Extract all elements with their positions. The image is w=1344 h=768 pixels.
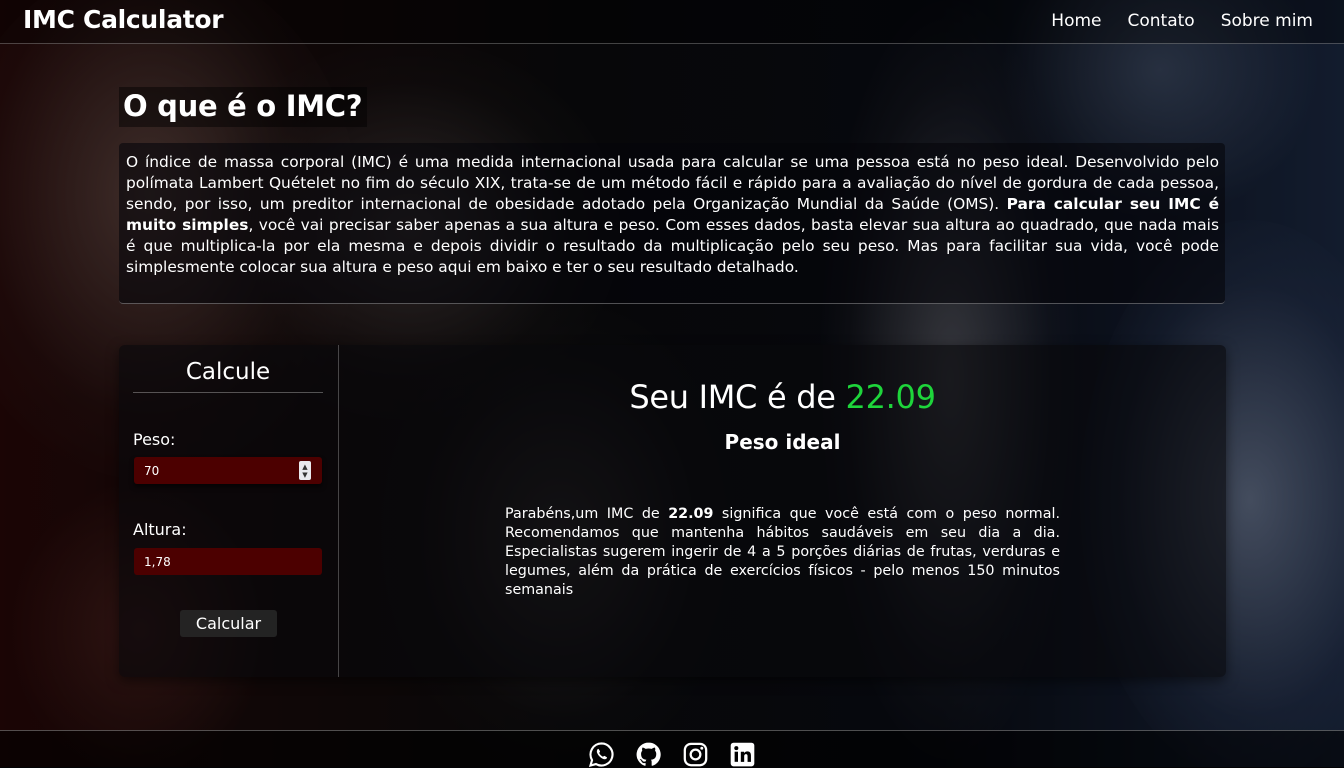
imc-value: 22.09 xyxy=(845,378,936,416)
calculator-panel: Calcule Peso: ▲ ▼ Altura: Calcular Seu I… xyxy=(119,345,1226,677)
social-links xyxy=(588,741,756,768)
peso-input[interactable] xyxy=(134,457,322,484)
top-navbar: IMC Calculator Home Contato Sobre mim xyxy=(0,0,1344,44)
result-title: Seu IMC é de 22.09 xyxy=(339,378,1226,416)
github-icon[interactable] xyxy=(635,741,662,768)
nav-home-link[interactable]: Home xyxy=(1051,11,1101,31)
footer xyxy=(0,730,1344,768)
result-status: Peso ideal xyxy=(724,430,841,454)
instagram-icon[interactable] xyxy=(682,741,709,768)
altura-input[interactable] xyxy=(134,548,322,575)
intro-text-2: , você vai precisar saber apenas a sua a… xyxy=(126,216,1219,276)
intro-description: O índice de massa corporal (IMC) é uma m… xyxy=(119,143,1225,304)
calculator-form: Calcule Peso: ▲ ▼ Altura: Calcular xyxy=(119,345,339,677)
peso-label: Peso: xyxy=(133,430,176,449)
intro-title: O que é o IMC? xyxy=(119,87,368,127)
result-area: Seu IMC é de 22.09 Peso ideal Parabéns,u… xyxy=(339,345,1226,677)
linkedin-icon[interactable] xyxy=(729,741,756,768)
result-text-1: Parabéns,um IMC de xyxy=(505,506,669,522)
altura-label: Altura: xyxy=(133,520,187,539)
result-title-prefix: Seu IMC é de xyxy=(629,378,846,416)
nav-contato-link[interactable]: Contato xyxy=(1127,11,1194,31)
result-text-bold: 22.09 xyxy=(668,506,714,522)
result-description: Parabéns,um IMC de 22.09 significa que v… xyxy=(505,505,1060,600)
calculator-title: Calcule xyxy=(133,359,323,393)
nav-sobre-mim-link[interactable]: Sobre mim xyxy=(1221,11,1313,31)
main-nav: Home Contato Sobre mim xyxy=(1051,11,1313,31)
spinner-up-icon[interactable]: ▲ xyxy=(302,463,307,471)
calcular-button[interactable]: Calcular xyxy=(180,610,277,637)
brand-title: IMC Calculator xyxy=(23,5,224,34)
peso-spinner[interactable]: ▲ ▼ xyxy=(299,461,311,480)
spinner-down-icon[interactable]: ▼ xyxy=(302,471,307,479)
whatsapp-icon[interactable] xyxy=(588,741,615,768)
